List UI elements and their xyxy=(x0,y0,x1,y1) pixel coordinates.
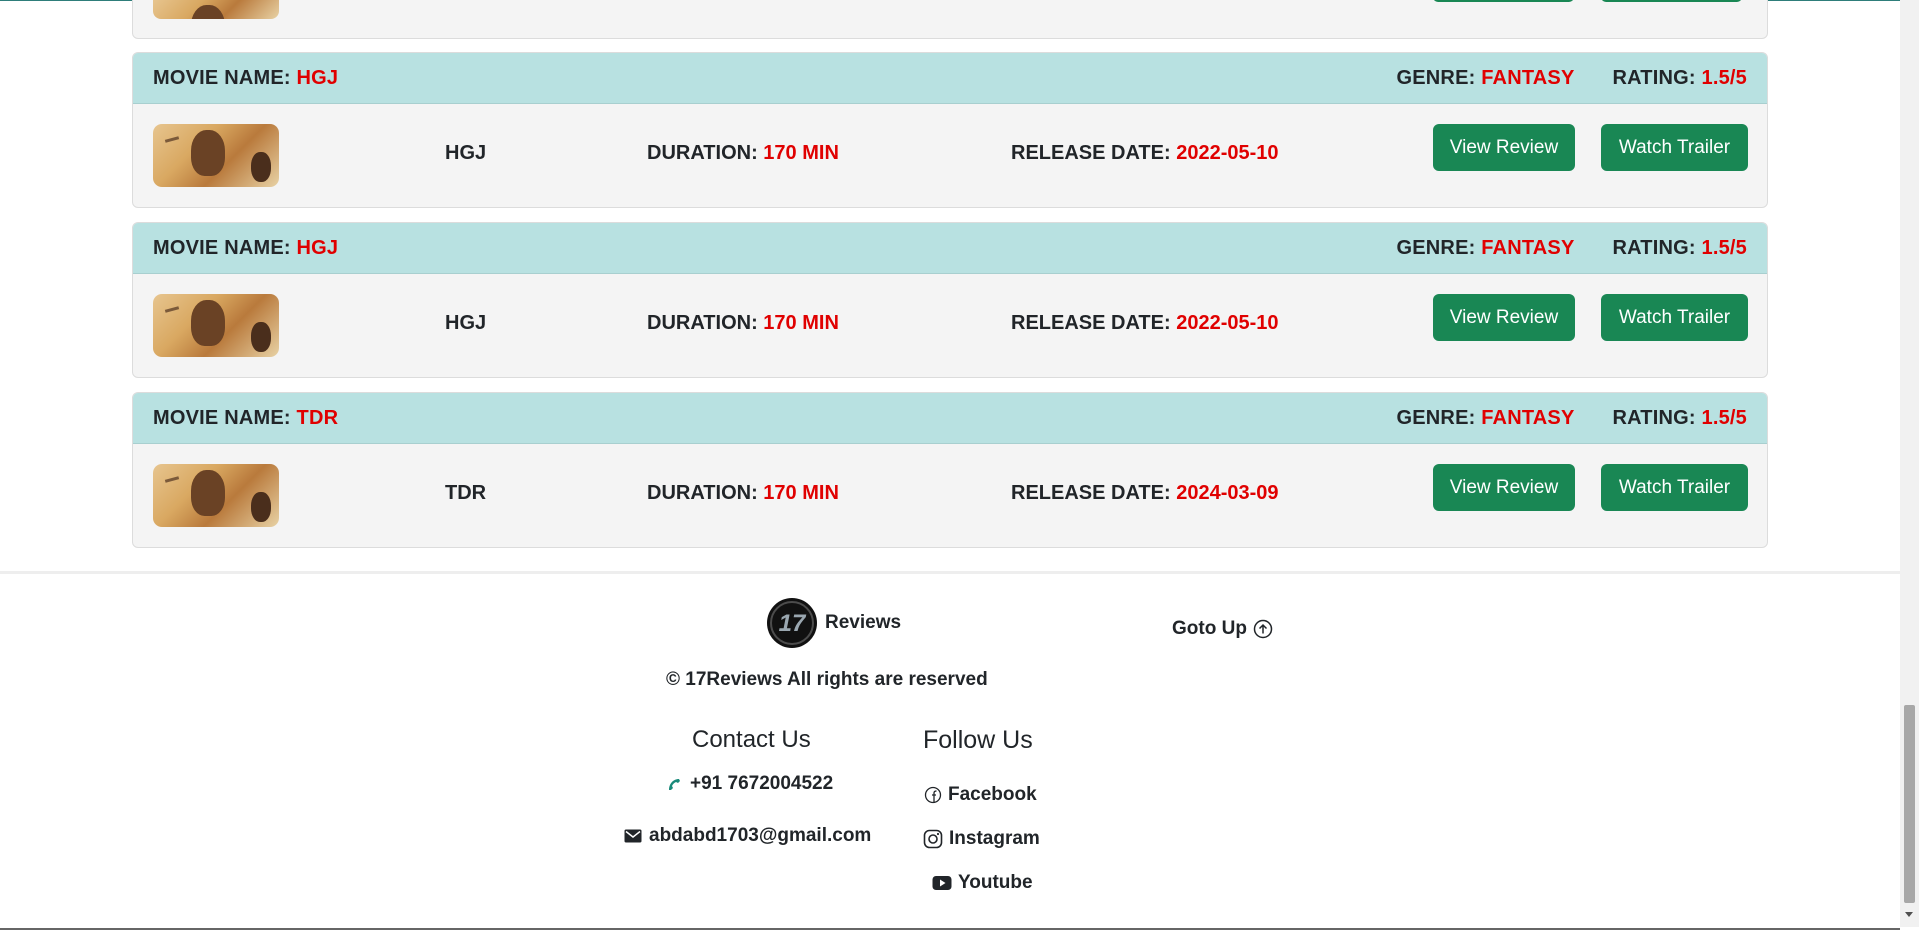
genre-value: FANTASY xyxy=(1481,66,1575,89)
copyright-text: © 17Reviews All rights are reserved xyxy=(666,669,988,690)
instagram-label: Instagram xyxy=(949,828,1040,849)
view-review-button[interactable]: View Review xyxy=(1433,124,1575,171)
view-review-button[interactable] xyxy=(1433,0,1574,2)
youtube-icon xyxy=(932,876,952,890)
movie-card-header: MOVIE NAME: HGJ GENRE: FANTASY RATING: 1… xyxy=(133,53,1767,104)
movie-name-value: HGJ xyxy=(296,236,339,259)
movie-name-label: MOVIE NAME: xyxy=(153,406,291,429)
movie-card-header: MOVIE NAME: TDR GENRE: FANTASY RATING: 1… xyxy=(133,393,1767,444)
vertical-scrollbar[interactable] xyxy=(1900,0,1919,927)
release-date-value: 2022-05-10 xyxy=(1176,312,1279,334)
movie-name-value: TDR xyxy=(296,406,339,429)
goto-up-link[interactable]: Goto Up xyxy=(1172,618,1273,640)
movie-title: HGJ xyxy=(445,142,487,164)
movie-name-value: HGJ xyxy=(296,66,339,89)
goto-up-label: Goto Up xyxy=(1172,618,1247,639)
facebook-icon xyxy=(924,786,942,804)
movie-poster xyxy=(153,0,279,19)
duration-value: 170 MIN xyxy=(763,482,839,504)
mail-icon xyxy=(624,829,642,843)
movie-card-header: MOVIE NAME: HGJ GENRE: FANTASY RATING: 1… xyxy=(133,223,1767,274)
contact-email[interactable]: abdabd1703@gmail.com xyxy=(624,825,871,847)
youtube-label: Youtube xyxy=(958,872,1033,893)
movie-card: MOVIE NAME: HGJ GENRE: FANTASY RATING: 1… xyxy=(132,52,1768,208)
contact-phone[interactable]: +91 7672004522 xyxy=(666,773,833,795)
movie-poster xyxy=(153,294,279,357)
movie-list: MOVIE NAME: HGJ GENRE: FANTASY RATING: 1… xyxy=(132,0,1768,562)
rating-label: RATING: xyxy=(1612,236,1696,259)
genre-value: FANTASY xyxy=(1481,236,1575,259)
release-date-value: 2022-05-10 xyxy=(1176,142,1279,164)
view-review-button[interactable]: View Review xyxy=(1433,294,1575,341)
youtube-link[interactable]: Youtube xyxy=(932,872,1033,894)
facebook-link[interactable]: Facebook xyxy=(924,784,1037,806)
movie-card-partial xyxy=(132,0,1768,39)
duration-value: 170 MIN xyxy=(763,142,839,164)
movie-card: MOVIE NAME: TDR GENRE: FANTASY RATING: 1… xyxy=(132,392,1768,548)
view-review-button[interactable]: View Review xyxy=(1433,464,1575,511)
movie-name-label: MOVIE NAME: xyxy=(153,236,291,259)
duration-value: 170 MIN xyxy=(763,312,839,334)
watch-trailer-button[interactable] xyxy=(1601,0,1742,2)
contact-heading: Contact Us xyxy=(692,726,811,753)
rating-label: RATING: xyxy=(1612,66,1696,89)
logo-text: 17 xyxy=(778,610,806,637)
movie-poster xyxy=(153,124,279,187)
site-logo[interactable]: 17 xyxy=(767,598,817,648)
movie-card-body: HGJ DURATION: 170 MIN RELEASE DATE: 2022… xyxy=(133,104,1767,207)
facebook-label: Facebook xyxy=(948,784,1037,805)
duration-label: DURATION: xyxy=(647,482,758,504)
release-date-label: RELEASE DATE: xyxy=(1011,312,1171,334)
release-date-label: RELEASE DATE: xyxy=(1011,142,1171,164)
movie-card: MOVIE NAME: HGJ GENRE: FANTASY RATING: 1… xyxy=(132,222,1768,378)
genre-value: FANTASY xyxy=(1481,406,1575,429)
movie-title: TDR xyxy=(445,482,487,504)
phone-icon xyxy=(669,779,680,790)
release-date-value: 2024-03-09 xyxy=(1176,482,1279,504)
movie-card-body: TDR DURATION: 170 MIN RELEASE DATE: 2024… xyxy=(133,444,1767,547)
genre-label: GENRE: xyxy=(1396,236,1476,259)
rating-label: RATING: xyxy=(1612,406,1696,429)
email-address: abdabd1703@gmail.com xyxy=(649,825,872,846)
rating-value: 1.5/5 xyxy=(1701,406,1747,429)
watch-trailer-button[interactable]: Watch Trailer xyxy=(1601,294,1748,341)
rating-value: 1.5/5 xyxy=(1701,66,1747,89)
scrollbar-thumb[interactable] xyxy=(1904,705,1915,903)
instagram-link[interactable]: Instagram xyxy=(923,828,1040,850)
brand-name: Reviews xyxy=(825,612,902,633)
movie-card-body: HGJ DURATION: 170 MIN RELEASE DATE: 2022… xyxy=(133,274,1767,377)
instagram-icon xyxy=(923,829,943,849)
watch-trailer-button[interactable]: Watch Trailer xyxy=(1601,464,1748,511)
movie-poster xyxy=(153,464,279,527)
duration-label: DURATION: xyxy=(647,142,758,164)
scroll-down-arrow-icon[interactable] xyxy=(1905,912,1913,917)
release-date-label: RELEASE DATE: xyxy=(1011,482,1171,504)
phone-number: +91 7672004522 xyxy=(690,773,834,794)
watch-trailer-button[interactable]: Watch Trailer xyxy=(1601,124,1748,171)
genre-label: GENRE: xyxy=(1396,66,1476,89)
rating-value: 1.5/5 xyxy=(1701,236,1747,259)
movie-name-label: MOVIE NAME: xyxy=(153,66,291,89)
follow-heading: Follow Us xyxy=(923,726,1033,754)
genre-label: GENRE: xyxy=(1396,406,1476,429)
duration-label: DURATION: xyxy=(647,312,758,334)
movie-title: HGJ xyxy=(445,312,487,334)
arrow-up-circle-icon xyxy=(1253,619,1273,639)
footer: 17 Reviews Goto Up © 17Reviews All right… xyxy=(0,571,1900,930)
